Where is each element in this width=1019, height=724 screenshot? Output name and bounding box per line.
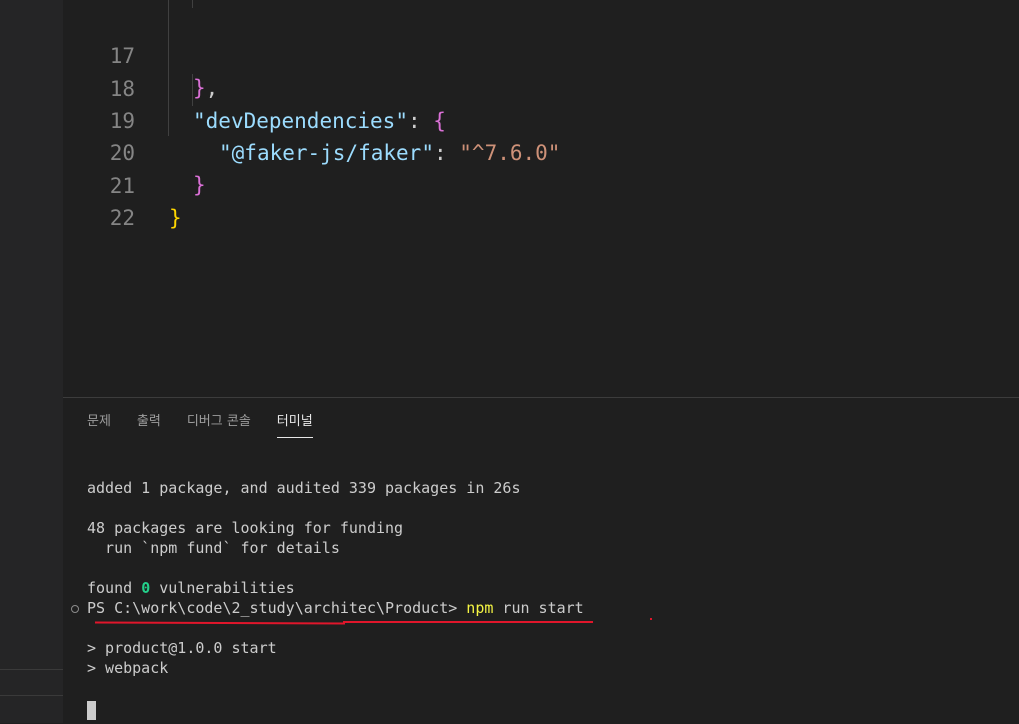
code-editor[interactable]: 17 }, 18 "devDependencies": { 19 "@faker… xyxy=(63,0,1019,397)
code-line: 17 }, xyxy=(63,8,219,100)
terminal-line: found 0 vulnerabilities xyxy=(87,579,295,597)
code-line: 21 } xyxy=(63,138,182,230)
command-args: run start xyxy=(493,599,584,617)
panel-tabs: 문제 출력 디버그 콘솔 터미널 xyxy=(87,410,339,438)
annotation-underline xyxy=(343,621,593,623)
json-key: @faker-js/faker xyxy=(231,141,422,165)
activity-sidebar-strip xyxy=(0,0,63,723)
terminal-line: > webpack xyxy=(87,659,169,677)
indent-guide xyxy=(168,0,169,136)
tab-problems[interactable]: 문제 xyxy=(87,410,111,437)
tab-debug-console[interactable]: 디버그 콘솔 xyxy=(187,410,251,437)
bottom-panel: 문제 출력 디버그 콘솔 터미널 added 1 package, and audit… xyxy=(63,397,1019,724)
terminal-line: run `npm fund` for details xyxy=(87,539,340,557)
code-line: 18 "devDependencies": { xyxy=(63,41,446,133)
terminal-prompt-line: PS C:\work\code\2_study\architec\Product… xyxy=(87,598,1007,618)
command-npm: npm xyxy=(466,599,494,617)
code-line: 20 } xyxy=(63,105,206,197)
annotation-dot xyxy=(650,618,652,620)
command-status-icon[interactable] xyxy=(71,605,79,613)
code-line: 19 "@faker-js/faker": "^7.6.0" xyxy=(63,73,561,165)
terminal-cursor xyxy=(87,701,96,720)
tab-terminal[interactable]: 터미널 xyxy=(276,410,313,438)
terminal-line: 48 packages are looking for funding xyxy=(87,519,404,537)
line-number: 22 xyxy=(109,206,135,230)
terminal-line: > product@1.0.0 start xyxy=(87,639,277,657)
sidebar-divider xyxy=(0,669,63,670)
json-key: devDependencies xyxy=(205,109,396,133)
tab-output[interactable]: 출력 xyxy=(137,410,161,437)
indent-guide xyxy=(192,0,193,8)
terminal-prompt: PS C:\work\code\2_study\architec\Product… xyxy=(87,599,467,617)
terminal-line: added 1 package, and audited 339 package… xyxy=(87,479,521,497)
code-line: 22 xyxy=(63,170,135,230)
terminal-output[interactable]: added 1 package, and audited 339 package… xyxy=(87,478,1007,678)
json-value: ^7.6.0 xyxy=(471,141,548,165)
sidebar-divider xyxy=(0,695,63,696)
